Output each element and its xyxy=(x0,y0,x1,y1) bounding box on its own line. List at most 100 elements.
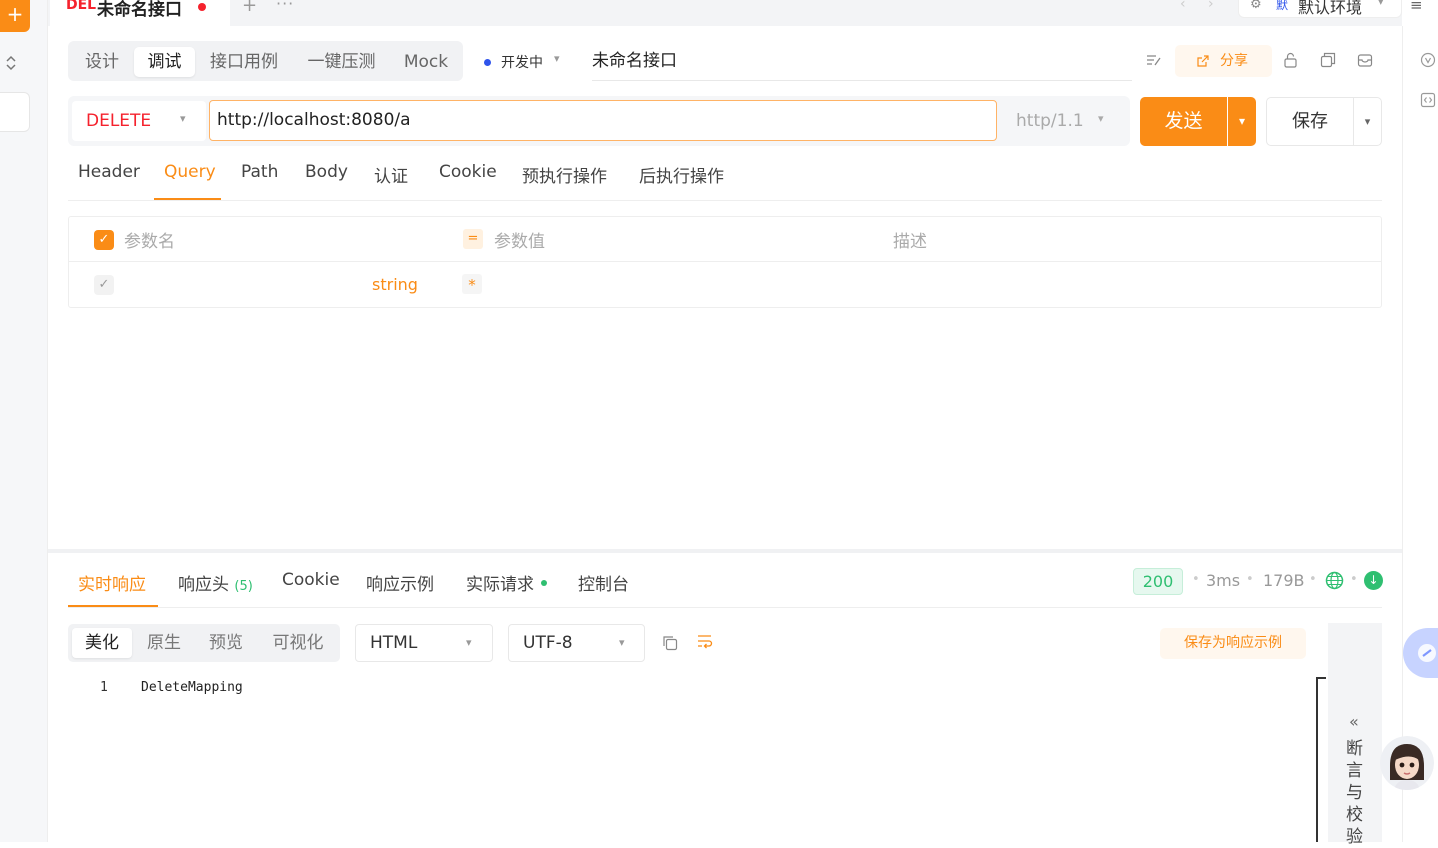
content-type-select[interactable]: HTML xyxy=(355,624,493,662)
tab-actual-request[interactable]: 实际请求 xyxy=(466,570,534,595)
column-param-name: 参数名 xyxy=(124,232,175,252)
variable-icon[interactable] xyxy=(1420,52,1436,68)
protocol-select[interactable]: http/1.1 xyxy=(1016,111,1084,131)
view-raw[interactable]: 原生 xyxy=(136,628,192,658)
tab-response-cookie[interactable]: Cookie xyxy=(282,570,340,590)
send-options-button[interactable]: ▾ xyxy=(1228,97,1256,146)
tab-response-headers[interactable]: 响应头 (5) xyxy=(178,570,253,595)
method-label: DELETE xyxy=(86,111,152,131)
scrollbar[interactable] xyxy=(1316,677,1318,842)
format-icon[interactable] xyxy=(1146,53,1162,67)
response-size: 179B xyxy=(1263,571,1305,590)
unsaved-dot xyxy=(198,3,206,11)
row-checkbox[interactable]: ✓ xyxy=(94,275,114,295)
lock-icon[interactable] xyxy=(1283,52,1298,68)
meta-separator: • xyxy=(1309,572,1317,587)
meta-separator: • xyxy=(1350,572,1358,587)
chevron-down-icon: ▾ xyxy=(619,636,625,649)
save-as-example-button[interactable]: 保存为响应示例 xyxy=(1160,628,1306,659)
gear-icon[interactable]: ⚙ xyxy=(1250,0,1262,12)
response-body-text[interactable]: DeleteMapping xyxy=(141,680,243,695)
active-tab-indicator xyxy=(68,605,158,607)
scrollbar-cap xyxy=(1316,677,1326,679)
chevron-down-icon: ▾ xyxy=(1378,0,1384,8)
table-divider xyxy=(69,261,1381,262)
link-icon xyxy=(1418,644,1436,662)
menu-icon[interactable]: ≡ xyxy=(1410,0,1423,14)
share-button[interactable]: 分享 xyxy=(1175,45,1272,77)
chevron-down-icon: ▾ xyxy=(554,52,560,65)
download-icon[interactable]: ↓ xyxy=(1364,571,1383,590)
mode-load-test[interactable]: 一键压测 xyxy=(298,47,385,77)
status-dot xyxy=(484,59,491,66)
clone-icon[interactable] xyxy=(1320,52,1336,68)
response-headers-count: (5) xyxy=(234,579,253,594)
environment-badge: 默 xyxy=(1276,0,1289,12)
environment-name: 默认环境 xyxy=(1298,0,1363,17)
meta-separator: • xyxy=(1192,572,1200,587)
status-code-badge: 200 xyxy=(1133,568,1183,595)
tab-method-label: DEL xyxy=(66,0,97,13)
tab-header[interactable]: Header xyxy=(78,162,140,182)
tab-response-example[interactable]: 响应示例 xyxy=(366,570,434,595)
chevron-down-icon: ▾ xyxy=(1098,112,1104,125)
view-visualize[interactable]: 可视化 xyxy=(262,628,334,658)
view-preview[interactable]: 预览 xyxy=(198,628,254,658)
param-type[interactable]: string xyxy=(372,275,418,294)
tab-title: 未命名接口 xyxy=(97,0,182,20)
panel-splitter[interactable] xyxy=(48,549,1402,553)
query-params-table xyxy=(68,216,1382,308)
left-panel-handle[interactable] xyxy=(0,92,30,132)
response-headers-label: 响应头 xyxy=(178,575,229,595)
chevron-right-icon[interactable]: › xyxy=(1208,0,1214,12)
globe-icon[interactable] xyxy=(1325,571,1344,590)
tab-auth[interactable]: 认证 xyxy=(374,162,408,187)
column-param-value: 参数值 xyxy=(494,232,545,252)
expand-icon[interactable]: « xyxy=(1349,712,1359,731)
tab-console[interactable]: 控制台 xyxy=(578,570,629,595)
right-sidebar xyxy=(1402,26,1438,842)
copy-icon[interactable] xyxy=(662,635,678,651)
archive-icon[interactable] xyxy=(1357,52,1373,68)
view-pretty[interactable]: 美化 xyxy=(72,628,132,658)
save-button[interactable]: 保存 xyxy=(1266,97,1354,146)
more-tabs-button[interactable]: ··· xyxy=(276,0,294,13)
tab-query[interactable]: Query xyxy=(164,162,216,182)
tabs-divider xyxy=(68,607,1382,608)
required-marker[interactable]: * xyxy=(462,274,482,294)
equals-badge: = xyxy=(463,229,483,249)
tab-post-request[interactable]: 后执行操作 xyxy=(639,162,724,187)
actual-request-dot xyxy=(541,580,547,586)
api-name-input[interactable]: 未命名接口 xyxy=(592,49,1132,81)
tabs-divider xyxy=(68,200,1382,201)
mode-debug[interactable]: 调试 xyxy=(134,47,195,77)
tab-path[interactable]: Path xyxy=(241,162,278,182)
share-icon xyxy=(1197,55,1209,67)
assistant-avatar[interactable] xyxy=(1380,736,1434,790)
response-time: 3ms xyxy=(1206,571,1241,590)
tab-pre-request[interactable]: 预执行操作 xyxy=(522,162,607,187)
chevron-left-icon[interactable]: ‹ xyxy=(1180,0,1186,12)
tab-realtime-response[interactable]: 实时响应 xyxy=(78,570,146,595)
line-number: 1 xyxy=(100,680,108,695)
tab-body[interactable]: Body xyxy=(305,162,348,182)
new-tab-button[interactable]: + xyxy=(242,0,257,16)
column-description: 描述 xyxy=(893,232,927,252)
check-icon: ✓ xyxy=(98,232,110,247)
chevron-down-icon: ▾ xyxy=(466,636,472,649)
assertions-label[interactable]: 断言与校验 xyxy=(1346,738,1366,848)
wrap-icon[interactable] xyxy=(697,633,713,649)
code-icon[interactable] xyxy=(1420,92,1436,108)
tab-cookie[interactable]: Cookie xyxy=(439,162,497,182)
mode-test-cases[interactable]: 接口用例 xyxy=(202,47,286,77)
select-all-checkbox[interactable]: ✓ xyxy=(94,230,114,250)
url-input[interactable]: http://localhost:8080/a xyxy=(209,100,997,141)
status-select[interactable]: 开发中 xyxy=(501,52,543,72)
meta-separator: • xyxy=(1246,572,1254,587)
mode-design[interactable]: 设计 xyxy=(76,47,128,77)
mode-mock[interactable]: Mock xyxy=(398,47,454,77)
add-button[interactable]: + xyxy=(0,0,30,32)
send-button[interactable]: 发送 xyxy=(1140,97,1227,146)
save-options-button[interactable]: ▾ xyxy=(1353,97,1382,146)
collapse-icon[interactable] xyxy=(4,54,18,72)
